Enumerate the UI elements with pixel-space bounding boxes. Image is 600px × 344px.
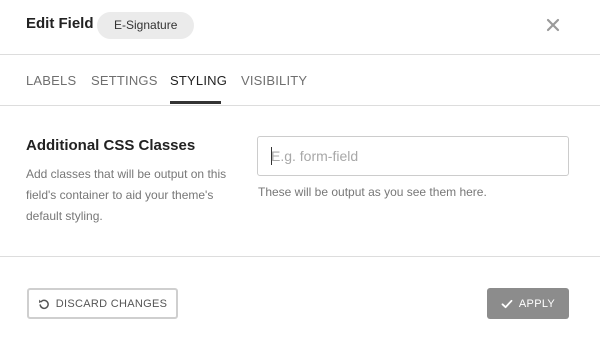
tab-bar: LABELS SETTINGS STYLING VISIBILITY — [0, 55, 600, 106]
edit-field-modal: Edit Field E-Signature LABELS SETTINGS S… — [0, 0, 600, 344]
check-icon — [501, 298, 513, 310]
modal-title: Edit Field — [26, 15, 94, 32]
discard-changes-label: DISCARD CHANGES — [55, 297, 168, 310]
css-classes-input[interactable] — [257, 136, 569, 176]
tab-visibility[interactable]: VISIBILITY — [241, 73, 307, 88]
active-tab-indicator — [170, 101, 221, 104]
close-icon — [546, 18, 560, 32]
styling-panel: Additional CSS Classes Add classes that … — [0, 106, 600, 257]
section-title: Additional CSS Classes — [26, 137, 196, 154]
input-help-text: These will be output as you see them her… — [258, 185, 487, 199]
discard-changes-button[interactable]: DISCARD CHANGES — [27, 288, 178, 319]
section-description: Add classes that will be output on this … — [26, 167, 227, 223]
apply-label: APPLY — [518, 297, 556, 310]
apply-button[interactable]: APPLY — [487, 288, 569, 319]
tab-labels[interactable]: LABELS — [26, 73, 76, 88]
field-type-badge: E-Signature — [97, 12, 195, 39]
modal-header: Edit Field E-Signature — [0, 0, 600, 55]
undo-icon — [38, 298, 50, 310]
modal-footer: DISCARD CHANGES APPLY — [0, 257, 600, 344]
close-button[interactable] — [544, 16, 562, 34]
tab-styling[interactable]: STYLING — [170, 73, 227, 88]
text-caret — [271, 147, 272, 165]
tab-settings[interactable]: SETTINGS — [91, 73, 158, 88]
